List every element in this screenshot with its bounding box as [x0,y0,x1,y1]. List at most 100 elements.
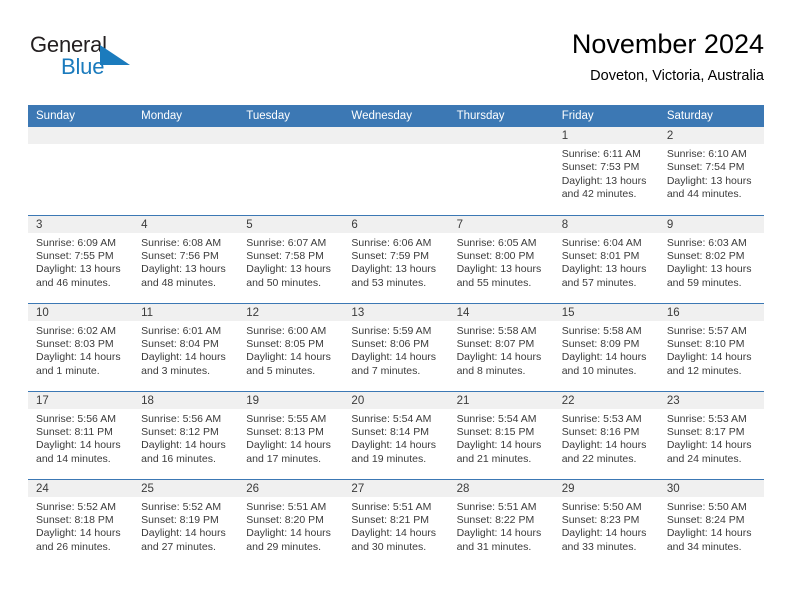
day-details: Sunrise: 5:53 AM Sunset: 8:17 PM Dayligh… [659,409,764,467]
weekday-header-saturday: Saturday [658,105,764,127]
daylight-text: Daylight: 14 hours and 30 minutes. [351,527,437,553]
day-cell[interactable]: 19 Sunrise: 5:55 AM Sunset: 8:13 PM Dayl… [238,390,344,479]
day-cell[interactable]: 22 Sunrise: 5:53 AM Sunset: 8:16 PM Dayl… [553,390,659,479]
sunrise-text: Sunrise: 5:55 AM [246,412,327,425]
day-cell[interactable]: 5 Sunrise: 6:07 AM Sunset: 7:58 PM Dayli… [238,214,344,303]
day-cell[interactable] [133,127,239,215]
sunset-text: Sunset: 7:54 PM [666,161,745,174]
daylight-text: Daylight: 13 hours and 50 minutes. [246,263,331,289]
day-details: Sunrise: 5:52 AM Sunset: 8:19 PM Dayligh… [133,497,238,555]
day-cell[interactable]: 13 Sunrise: 5:59 AM Sunset: 8:06 PM Dayl… [343,302,449,391]
day-cell[interactable] [343,127,449,215]
day-cell[interactable]: 3 Sunrise: 6:09 AM Sunset: 7:55 PM Dayli… [28,214,134,303]
day-cell[interactable]: 18 Sunrise: 5:56 AM Sunset: 8:12 PM Dayl… [133,390,239,479]
day-cell[interactable]: 14 Sunrise: 5:58 AM Sunset: 8:07 PM Dayl… [448,302,554,391]
day-number: 2 [658,127,764,144]
sunset-text: Sunset: 8:02 PM [666,249,745,262]
daylight-text: Daylight: 13 hours and 59 minutes. [666,263,752,289]
sunrise-text: Sunrise: 6:02 AM [36,324,116,337]
sunset-text: Sunset: 8:11 PM [36,425,113,438]
day-cell[interactable]: 28 Sunrise: 5:51 AM Sunset: 8:22 PM Dayl… [448,478,554,567]
daylight-text: Daylight: 14 hours and 27 minutes. [141,527,226,553]
sunset-text: Sunset: 8:16 PM [561,425,640,438]
day-number [448,127,554,144]
daylight-text: Daylight: 13 hours and 42 minutes. [561,174,647,201]
day-number: 1 [553,127,659,144]
weekday-header-tuesday: Tuesday [238,105,344,127]
sunrise-text: Sunrise: 5:51 AM [246,500,327,513]
day-number: 4 [133,215,239,233]
daylight-text: Daylight: 13 hours and 57 minutes. [561,263,647,289]
day-cell[interactable]: 15 Sunrise: 5:58 AM Sunset: 8:09 PM Dayl… [553,302,659,391]
day-cell[interactable]: 23 Sunrise: 5:53 AM Sunset: 8:17 PM Dayl… [658,390,764,479]
day-cell[interactable]: 30 Sunrise: 5:50 AM Sunset: 8:24 PM Dayl… [658,478,764,567]
day-cell[interactable]: 2 Sunrise: 6:10 AM Sunset: 7:54 PM Dayli… [658,127,764,215]
sunrise-text: Sunrise: 5:50 AM [561,500,642,513]
sunset-text: Sunset: 8:21 PM [351,513,430,526]
day-cell[interactable]: 21 Sunrise: 5:54 AM Sunset: 8:15 PM Dayl… [448,390,554,479]
day-details: Sunrise: 5:50 AM Sunset: 8:24 PM Dayligh… [659,497,764,555]
day-cell[interactable]: 10 Sunrise: 6:02 AM Sunset: 8:03 PM Dayl… [28,302,134,391]
sunset-text: Sunset: 8:22 PM [456,513,535,526]
weekday-header-thursday: Thursday [448,105,554,127]
day-cell[interactable]: 6 Sunrise: 6:06 AM Sunset: 7:59 PM Dayli… [343,214,449,303]
weekday-header-sunday: Sunday [28,105,134,127]
day-cell[interactable]: 9 Sunrise: 6:03 AM Sunset: 8:02 PM Dayli… [658,214,764,303]
day-details: Sunrise: 6:05 AM Sunset: 8:00 PM Dayligh… [449,233,554,291]
sunrise-text: Sunrise: 6:05 AM [456,236,537,249]
day-cell[interactable]: 29 Sunrise: 5:50 AM Sunset: 8:23 PM Dayl… [553,478,659,567]
day-cell[interactable] [448,127,554,215]
day-cell[interactable]: 4 Sunrise: 6:08 AM Sunset: 7:56 PM Dayli… [133,214,239,303]
day-number [28,127,134,144]
day-details [343,144,448,148]
day-details [238,144,343,148]
sunset-text: Sunset: 8:15 PM [456,425,535,438]
day-number: 25 [133,479,239,497]
day-cell[interactable]: 27 Sunrise: 5:51 AM Sunset: 8:21 PM Dayl… [343,478,449,567]
sunrise-text: Sunrise: 6:01 AM [141,324,222,337]
day-cell[interactable] [238,127,344,215]
daylight-text: Daylight: 14 hours and 19 minutes. [351,439,437,465]
day-cell[interactable]: 12 Sunrise: 6:00 AM Sunset: 8:05 PM Dayl… [238,302,344,391]
sunset-text: Sunset: 8:07 PM [456,337,535,350]
sunset-text: Sunset: 8:09 PM [561,337,640,350]
day-number [238,127,344,144]
daylight-text: Daylight: 13 hours and 44 minutes. [666,174,752,201]
day-details: Sunrise: 5:51 AM Sunset: 8:22 PM Dayligh… [449,497,554,555]
sunset-text: Sunset: 8:00 PM [456,249,535,262]
day-number: 13 [343,303,449,321]
sunset-text: Sunset: 8:01 PM [561,249,640,262]
day-number: 7 [448,215,554,233]
day-cell[interactable]: 16 Sunrise: 5:57 AM Sunset: 8:10 PM Dayl… [658,302,764,391]
day-cell[interactable]: 11 Sunrise: 6:01 AM Sunset: 8:04 PM Dayl… [133,302,239,391]
day-number: 14 [448,303,554,321]
sunrise-text: Sunrise: 5:56 AM [141,412,222,425]
day-cell[interactable]: 25 Sunrise: 5:52 AM Sunset: 8:19 PM Dayl… [133,478,239,567]
day-details: Sunrise: 5:57 AM Sunset: 8:10 PM Dayligh… [659,321,764,379]
sunset-text: Sunset: 8:13 PM [246,425,324,438]
daylight-text: Daylight: 13 hours and 53 minutes. [351,263,437,289]
day-details [133,144,238,148]
day-cell[interactable]: 20 Sunrise: 5:54 AM Sunset: 8:14 PM Dayl… [343,390,449,479]
calendar-week-row: 3 Sunrise: 6:09 AM Sunset: 7:55 PM Dayli… [28,214,764,303]
daylight-text: Daylight: 14 hours and 8 minutes. [456,351,542,377]
day-cell[interactable]: 24 Sunrise: 5:52 AM Sunset: 8:18 PM Dayl… [28,478,134,567]
sunrise-sunset-calendar: Sunday Monday Tuesday Wednesday Thursday… [28,105,764,567]
day-cell[interactable]: 1 Sunrise: 6:11 AM Sunset: 7:53 PM Dayli… [553,127,659,215]
day-number: 17 [28,391,134,409]
sunset-text: Sunset: 8:10 PM [666,337,745,350]
daylight-text: Daylight: 14 hours and 31 minutes. [456,527,542,553]
daylight-text: Daylight: 14 hours and 22 minutes. [561,439,647,465]
daylight-text: Daylight: 14 hours and 16 minutes. [141,439,226,465]
day-cell[interactable] [28,127,134,215]
sunrise-text: Sunrise: 6:11 AM [561,148,641,160]
day-number: 20 [343,391,449,409]
day-cell[interactable]: 8 Sunrise: 6:04 AM Sunset: 8:01 PM Dayli… [553,214,659,303]
day-cell[interactable]: 7 Sunrise: 6:05 AM Sunset: 8:00 PM Dayli… [448,214,554,303]
sunset-text: Sunset: 8:17 PM [666,425,745,438]
day-cell[interactable]: 26 Sunrise: 5:51 AM Sunset: 8:20 PM Dayl… [238,478,344,567]
day-details: Sunrise: 5:58 AM Sunset: 8:09 PM Dayligh… [554,321,659,379]
daylight-text: Daylight: 14 hours and 26 minutes. [36,527,121,553]
day-cell[interactable]: 17 Sunrise: 5:56 AM Sunset: 8:11 PM Dayl… [28,390,134,479]
day-details: Sunrise: 5:51 AM Sunset: 8:21 PM Dayligh… [343,497,448,555]
